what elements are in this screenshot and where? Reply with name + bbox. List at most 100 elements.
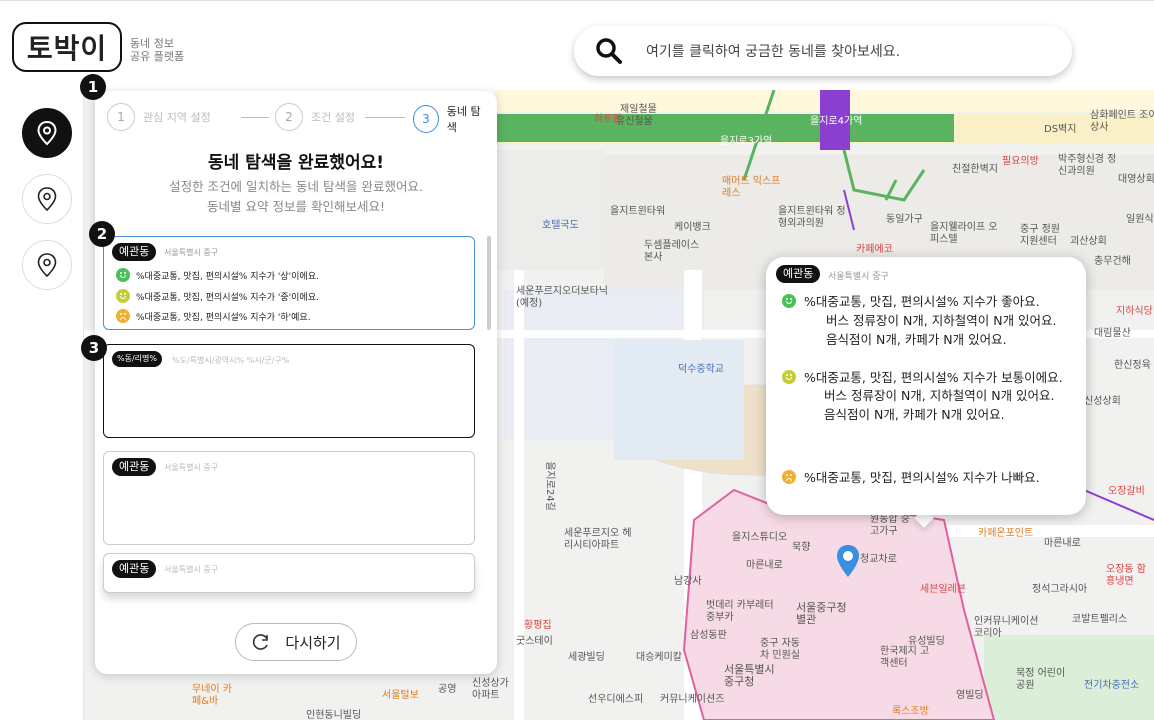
map-label[interactable]: 인커뮤니케이션 코리아 [974, 616, 1048, 640]
map-label[interactable]: 을지트윈타워 [610, 206, 665, 218]
search-bar[interactable]: 여기를 클릭하여 궁금한 동네를 찾아보세요. [574, 26, 1072, 76]
map-label[interactable]: 호텔국도 [542, 220, 579, 232]
map-label[interactable]: 동일가구 [886, 214, 923, 226]
popup-dong-name: 예관동 [776, 265, 821, 283]
step-3[interactable]: 3 동네 탐색 [413, 103, 487, 135]
map-label[interactable]: 한국제지 고객센터 [880, 646, 932, 670]
dong-name: %동/리명% [112, 351, 162, 367]
map-label[interactable]: 벗데리 카부레터 중부카 [706, 600, 778, 624]
map-label[interactable]: DS벽지 [1044, 124, 1076, 136]
map-label[interactable]: 서울털보 [382, 690, 419, 702]
step-indicator: 1 관심 지역 설정 2 조건 설정 3 동네 탐색 [107, 103, 487, 135]
map-label[interactable]: 케이뱅크 [674, 222, 711, 234]
map-label[interactable]: 신성상가 아파트 [472, 678, 516, 702]
map-label[interactable]: 을지트윈타워 정형외과의원 [778, 206, 848, 230]
nav-button-explore[interactable] [22, 108, 72, 158]
map-label[interactable]: 영빌딩 [956, 690, 984, 702]
dong-region: 서울특별시 중구 [164, 565, 219, 574]
map-label[interactable]: 카페온포인트 [978, 528, 1033, 540]
map-label[interactable]: 을지웰라이프 오피스텔 [930, 222, 1000, 246]
map-label[interactable]: 삼성동판 [690, 630, 727, 642]
map-label[interactable]: 지하식당 [1116, 306, 1153, 318]
map-label[interactable]: 인현동니빌딩 [306, 710, 361, 720]
dong-card-template[interactable]: %동/리명% %도/특별시/광역시% %시/군/구% [103, 344, 475, 438]
stat-text: %대중교통, 맛집, 편의시설% 지수가 '중'이에요. [136, 292, 319, 303]
map-label[interactable]: 필요의방 [1002, 156, 1039, 168]
map-label[interactable]: 굿스테이 [516, 636, 553, 648]
map-label[interactable]: 세운푸르지오 헤리시티아파트 [564, 528, 634, 552]
map-label[interactable]: 공영 [438, 684, 456, 696]
dong-card[interactable]: 예관동 서울특별시 중구 [103, 553, 475, 593]
map-label[interactable]: 박주형신경 정신과의원 [1058, 154, 1124, 178]
map-label[interactable]: 을지로4가역 [810, 116, 862, 128]
map-label[interactable]: 마른내로 [746, 560, 783, 572]
map-label[interactable]: 대영상회 [1118, 174, 1154, 186]
map-label[interactable]: 삼화페인트 조이상사 [1090, 110, 1154, 134]
map-label[interactable]: 정석그라시아 [1032, 584, 1087, 596]
dong-card[interactable]: 예관동 서울특별시 중구 %대중교통, 맛집, 편의시설% 지수가 '상'이에요… [103, 236, 475, 330]
step-number: 2 [275, 103, 303, 131]
dong-info-popup[interactable]: 예관동 서울특별시 중구 %대중교통, 맛집, 편의시설% 지수가 좋아요. 버… [766, 257, 1086, 515]
map-label[interactable]: 황평집 [524, 620, 552, 632]
map-label[interactable]: 을지로3가역 [720, 136, 772, 148]
map-label[interactable]: 대림물산 [1094, 328, 1131, 340]
step-2[interactable]: 2 조건 설정 [275, 103, 355, 131]
nav-button-3[interactable] [22, 240, 72, 290]
map-label[interactable]: 오장갈비 [1108, 486, 1145, 498]
map-label[interactable]: 두셈플레이스 본사 [644, 240, 704, 264]
map-marker-icon[interactable] [836, 544, 860, 578]
map-label[interactable]: 묵정 어린이공원 [1016, 668, 1068, 692]
map-label[interactable]: 충무건해 [1094, 256, 1131, 268]
search-placeholder[interactable]: 여기를 클릭하여 궁금한 동네를 찾아보세요. [646, 41, 900, 61]
card-list-scrollbar[interactable] [487, 236, 491, 330]
map-label[interactable]: 록스조방 [892, 706, 929, 718]
map-label[interactable]: 제일철물 [620, 104, 657, 116]
map-label[interactable]: 대승케미칼 [636, 652, 682, 664]
step-label: 조건 설정 [311, 111, 355, 124]
annotation-badge-2: 2 [89, 221, 115, 247]
map-label[interactable]: 원동합 중고가구 [870, 514, 916, 538]
map-label[interactable]: 세븐일레븐 [920, 584, 966, 596]
smile-face-icon [782, 369, 796, 384]
map-label[interactable]: 괴산상회 [1070, 236, 1107, 248]
map-label[interactable]: 남강사 [674, 576, 702, 588]
map-label[interactable]: 오장동 함흥냉면 [1106, 564, 1152, 588]
map-label[interactable]: 코발트펠리스 [1072, 614, 1127, 626]
map-label[interactable]: 일원식 [1126, 214, 1154, 226]
map-label[interactable]: 신성상회 [1084, 396, 1121, 408]
map-label[interactable]: 을지스튜디오 [732, 532, 787, 544]
location-pin-icon [37, 187, 57, 212]
sad-face-icon [782, 469, 796, 484]
map-label[interactable]: 을지로24길 [543, 461, 555, 511]
logo[interactable]: 토박이 [12, 22, 122, 72]
map-label[interactable]: 청교차로 [860, 554, 897, 566]
map-label[interactable]: 커뮤니케이션즈 [660, 694, 724, 706]
map-label[interactable]: 덕수중학교 [678, 364, 724, 376]
map-label[interactable]: 선우디에스피 [588, 694, 643, 706]
map-label[interactable]: 서울특별시 중구청 [724, 664, 784, 688]
stat-row-mid: %대중교통, 맛집, 편의시설% 지수가 '중'이에요. [116, 289, 319, 303]
map-label[interactable]: 무네이 카페&바 [192, 684, 238, 708]
map-label[interactable]: 세운푸르지오더보타닉 (예정) [516, 286, 612, 310]
panel-subtitle-line-1: 설정한 조건에 일치하는 동네 탐색을 완료했어요. [169, 179, 423, 194]
side-nav [0, 90, 84, 720]
map-label[interactable]: 하트원 [594, 114, 622, 126]
map-label[interactable]: 중구 자동차 민원실 [760, 638, 806, 662]
map-label[interactable]: 전기차충전소 [1084, 680, 1139, 692]
nav-button-2[interactable] [22, 174, 72, 224]
map-label[interactable]: 서울중구청 별관 [796, 602, 856, 626]
map-label[interactable]: 친절한벽지 [952, 164, 998, 176]
map-label[interactable]: 마른내로 [1044, 538, 1081, 550]
map-label[interactable]: 매머드 익스프레스 [722, 176, 782, 200]
dong-card[interactable]: 예관동 서울특별시 중구 [103, 451, 475, 545]
map-label[interactable]: 세광빌딩 [568, 652, 605, 664]
panel-title: 동네 탐색을 완료했어요! [208, 153, 384, 173]
popup-mid-line-2: 음식점이 N개, 카페가 N개 있어요. [824, 407, 1005, 422]
reset-button[interactable]: 다시하기 [235, 623, 357, 661]
stat-text: %대중교통, 맛집, 편의시설% 지수가 '하'예요. [136, 312, 311, 323]
map-label[interactable]: 카페에코 [856, 244, 893, 256]
map-label[interactable]: 한신정육 [1114, 360, 1151, 372]
map-label[interactable]: 묵향 [792, 542, 810, 554]
step-1[interactable]: 1 관심 지역 설정 [107, 103, 211, 131]
map-label[interactable]: 중구 정원 지원센터 [1020, 224, 1070, 248]
